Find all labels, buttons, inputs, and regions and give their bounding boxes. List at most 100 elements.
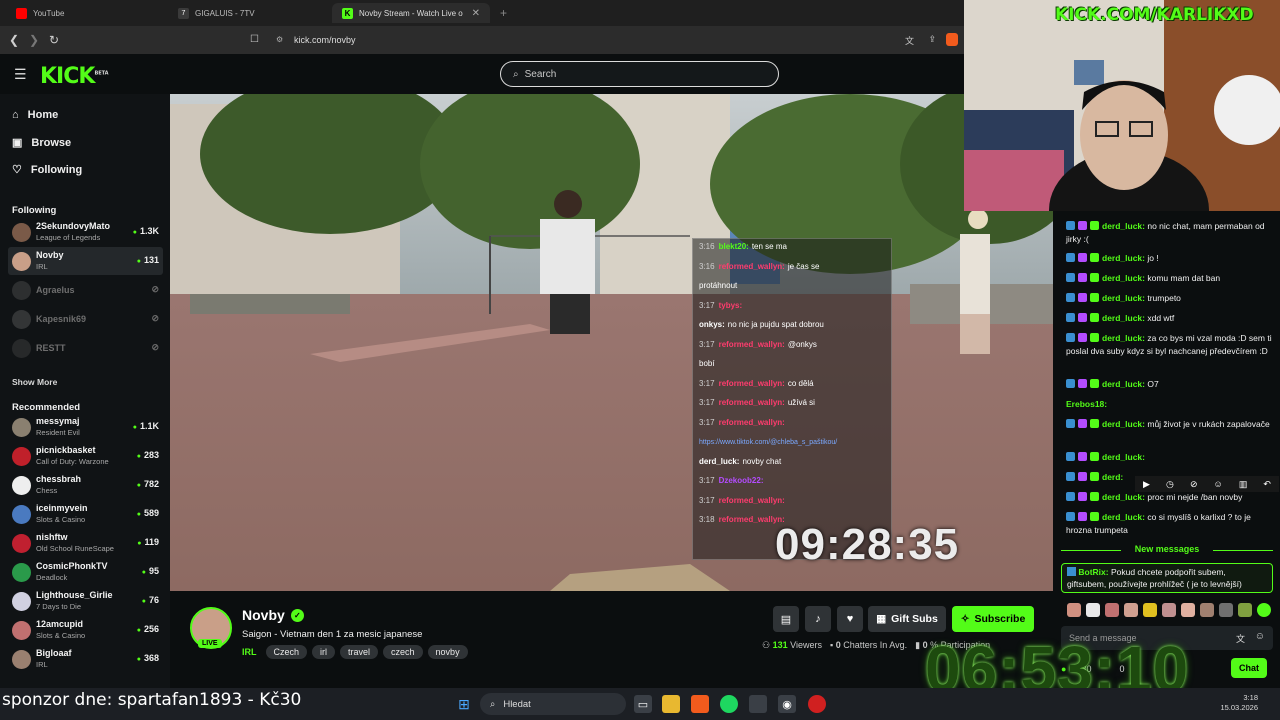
tag-chip[interactable]: czech [383, 645, 423, 659]
reload-icon[interactable]: ↻ [46, 32, 62, 48]
emote-icon[interactable] [1257, 603, 1271, 617]
tab-youtube[interactable]: YouTube [6, 3, 166, 23]
tag-chip[interactable]: novby [427, 645, 468, 659]
emote-icon[interactable] [1124, 603, 1138, 617]
system-clock[interactable]: 3:18 15.03.2026 [1220, 693, 1258, 713]
emoji-icon[interactable]: ☺ [1255, 631, 1265, 642]
brave-shield-icon[interactable] [946, 33, 958, 46]
emote-icon[interactable] [1238, 603, 1252, 617]
sidebar-item-browse[interactable]: ▣ Browse [12, 136, 71, 150]
tab-novby-stream[interactable]: K Novby Stream - Watch Live o ✕ [332, 3, 490, 23]
tag-chip[interactable]: Czech [265, 645, 308, 659]
chat-message[interactable]: derd_luck: [1066, 451, 1272, 464]
emote-icon[interactable] [1143, 603, 1157, 617]
chat-username[interactable]: derd_luck [1102, 452, 1142, 462]
tag-chip[interactable]: irl [312, 645, 336, 659]
emote-icon[interactable] [1162, 603, 1176, 617]
tab-7tv[interactable]: 7 GIGALUIS - 7TV [168, 3, 328, 23]
follow-button[interactable]: ♥ [837, 606, 863, 632]
chat-message[interactable]: derd_luck: můj život je v rukách zapalov… [1066, 418, 1272, 431]
chat-message[interactable]: derd_luck: komu mam dat ban [1066, 272, 1272, 285]
undo-icon[interactable]: ↶ [1263, 479, 1271, 490]
back-icon[interactable]: ❮ [6, 32, 22, 48]
delete-icon[interactable]: ▥ [1239, 479, 1248, 490]
emote-icon[interactable] [1105, 603, 1119, 617]
chat-message[interactable]: derd_luck: jo ! [1066, 252, 1272, 265]
emote-icon[interactable] [1219, 603, 1233, 617]
windows-start-icon[interactable]: ⊞ [455, 695, 473, 713]
emote-icon[interactable] [1200, 603, 1214, 617]
emote-icon[interactable] [1181, 603, 1195, 617]
chat-message[interactable]: derd_luck: xdd wtf [1066, 312, 1272, 325]
tag-chip[interactable]: travel [340, 645, 379, 659]
recommended-channel[interactable]: iceinmyvein Slots & Casino 589 [8, 500, 163, 528]
category-link[interactable]: IRL [242, 647, 257, 657]
bookmark-icon[interactable]: ☐ [250, 34, 259, 45]
timeout-icon[interactable]: ◷ [1166, 479, 1174, 490]
kick-logo[interactable]: KICKBETA [40, 64, 109, 89]
emote-icon[interactable]: ☺ [1214, 479, 1223, 489]
chat-username[interactable]: derd_luck [1102, 313, 1142, 323]
following-channel[interactable]: Kapesnik69 ⊘ [8, 305, 163, 333]
streamer-name[interactable]: Novby ✓ [242, 607, 304, 623]
file-explorer-icon[interactable] [662, 695, 680, 713]
recommended-channel[interactable]: picnickbasket Call of Duty: Warzone 283 [8, 442, 163, 470]
chat-message[interactable]: derd_luck: proc mi nejde /ban novby [1066, 491, 1272, 504]
recommended-channel[interactable]: 12amcupid Slots & Casino 256 [8, 616, 163, 644]
recommended-channel[interactable]: messymaj Resident Evil 1.1K [8, 413, 163, 441]
chat-username[interactable]: Erebos18 [1066, 399, 1104, 409]
chat-username[interactable]: derd_luck [1102, 512, 1142, 522]
chat-message[interactable]: derd_luck: za co bys mi vzal moda :D sem… [1066, 332, 1272, 358]
video-player[interactable]: 3:16 blekt20: ten se ma 3:16 reformed_wallyn… [170, 94, 1053, 591]
chat-message[interactable]: derd_luck: trumpeto [1066, 292, 1272, 305]
new-messages-divider[interactable]: New messages [1061, 544, 1273, 554]
recommended-channel[interactable]: Bigloaaf IRL 368 [8, 645, 163, 673]
translate-icon[interactable]: 文 [905, 34, 914, 47]
app-icon[interactable] [749, 695, 767, 713]
recommended-channel[interactable]: CosmicPhonkTV Deadlock 95 [8, 558, 163, 586]
chat-username[interactable]: derd_luck [1102, 293, 1142, 303]
chat-username[interactable]: derd_luck [1102, 379, 1142, 389]
clip-button[interactable]: ▤ [773, 606, 799, 632]
chat-username[interactable]: derd [1102, 472, 1120, 482]
emote-icon[interactable] [1086, 603, 1100, 617]
following-channel[interactable]: RESTT ⊘ [8, 334, 163, 362]
chat-message[interactable]: derd_luck: O7 [1066, 378, 1272, 391]
obs-icon[interactable]: ◉ [778, 695, 796, 713]
task-view-icon[interactable]: ▭ [634, 695, 652, 713]
gift-subs-button[interactable]: ▦ Gift Subs [868, 606, 946, 632]
ban-icon[interactable]: ⊘ [1190, 479, 1198, 490]
brave-icon[interactable] [691, 695, 709, 713]
site-info-icon[interactable]: ⚙ [276, 35, 283, 44]
chat-username[interactable]: derd_luck [1102, 419, 1142, 429]
recommended-channel[interactable]: chessbrah Chess 782 [8, 471, 163, 499]
recommended-channel[interactable]: Lighthouse_Girlie 7 Days to Die 76 [8, 587, 163, 615]
chat-username[interactable]: derd_luck [1102, 492, 1142, 502]
following-channel[interactable]: Agraelus ⊘ [8, 276, 163, 304]
chat-message[interactable]: derd_luck: co si myslíš o karlixd ? to j… [1066, 511, 1272, 537]
taskbar-search[interactable]: ⌕ Hledat [480, 693, 626, 715]
share-icon[interactable]: ⇪ [928, 34, 936, 45]
record-icon[interactable] [808, 695, 826, 713]
sidebar-item-following[interactable]: ♡ Following [12, 163, 82, 177]
translate-icon[interactable]: 文 [1236, 632, 1245, 645]
notifications-button[interactable]: ♪ [805, 606, 831, 632]
chat-username[interactable]: derd_luck [1102, 273, 1142, 283]
url-field[interactable]: ☐ ⚙ kick.com/novby 文 ⇪ [244, 29, 964, 51]
following-channel[interactable]: Novby IRL 131 [8, 247, 163, 275]
subscribe-button[interactable]: ✧ Subscribe [952, 606, 1034, 632]
sidebar-item-home[interactable]: ⌂ Home [12, 109, 58, 121]
close-tab-icon[interactable]: ✕ [472, 8, 480, 19]
forward-icon[interactable]: ❯ [26, 32, 42, 48]
spotify-icon[interactable] [720, 695, 738, 713]
chat-message[interactable]: Erebos18: [1066, 398, 1272, 411]
chat-username[interactable]: derd_luck [1102, 333, 1142, 343]
chat-message[interactable]: derd_luck: no nic chat, mam permaban od … [1066, 220, 1272, 246]
following-channel[interactable]: 2SekundovyMato League of Legends 1.3K [8, 218, 163, 246]
play-icon[interactable]: ▶ [1143, 479, 1150, 490]
chat-send-button[interactable]: Chat [1231, 658, 1267, 678]
recommended-channel[interactable]: nishftw Old School RuneScape 119 [8, 529, 163, 557]
new-tab-button[interactable]: + [500, 6, 507, 20]
menu-icon[interactable]: ☰ [14, 66, 27, 83]
search-input[interactable]: ⌕ Search [500, 61, 779, 87]
